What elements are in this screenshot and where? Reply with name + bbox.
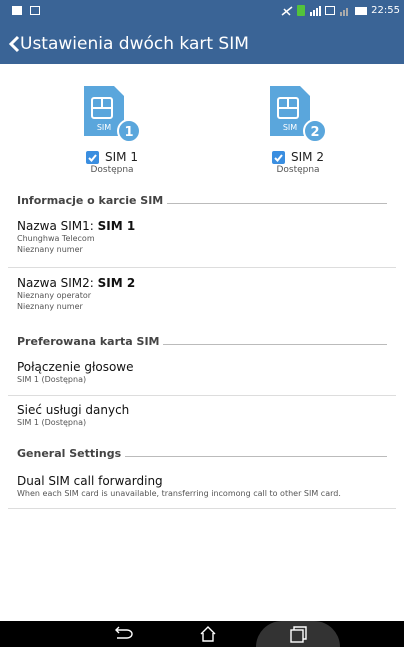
sim-card-label: SIM [97,123,111,132]
sim2-name: SIM 2 [291,150,324,164]
checkmark-icon [274,153,283,162]
checkmark-icon [88,153,97,162]
divider [8,395,396,396]
data-service-setting[interactable]: Sieć usługi danych SIM 1 (Dostępna) [17,403,387,428]
section-header-info: Informacje o karcie SIM [17,193,387,207]
status-time: 22:55 [371,5,400,16]
setting-number: Nieznany numer [17,302,83,311]
sim-card-icon: SIM 1 [84,86,141,143]
battery-icon [355,6,368,15]
setting-operator: Chunghwa Telecom [17,234,95,243]
page-title: Ustawienia dwóch kart SIM [20,34,249,54]
sim2-status-icon [325,6,336,15]
call-forwarding-setting[interactable]: Dual SIM call forwarding When each SIM c… [17,474,387,499]
sim1-name: SIM 1 [105,150,138,164]
sim-card-label: SIM [283,123,297,132]
action-bar: Ustawienia dwóch kart SIM [0,24,404,64]
setting-subtitle: SIM 1 (Dostępna) [17,418,87,427]
setting-subtitle: When each SIM card is unavailable, trans… [17,489,341,498]
signal-icon [310,5,322,16]
setting-title: Nazwa SIM2: SIM 2 [17,276,136,290]
setting-number: Nieznany numer [17,245,83,254]
sim1-checkbox[interactable] [86,150,100,164]
section-header-preferred: Preferowana karta SIM [17,334,387,348]
section-label: Preferowana karta SIM [17,334,160,348]
home-icon[interactable] [193,624,223,644]
notification-icon [12,6,22,15]
back-icon[interactable] [107,624,137,644]
divider [8,508,396,509]
status-bar: 22:55 [0,0,404,24]
setting-title: Dual SIM call forwarding [17,474,163,488]
sim-status-icon [297,5,306,16]
setting-title: Nazwa SIM1: SIM 1 [17,219,136,233]
signal2-icon [340,7,349,16]
setting-title: Sieć usługi danych [17,403,130,417]
divider [8,267,396,268]
settings-content: SIM 1 SIM 1 Dostępna SIM 2 SIM 2 Dostępn… [0,64,404,621]
sim-card-icon: SIM 2 [270,86,327,143]
setting-subtitle: SIM 1 (Dostępna) [17,375,87,384]
no-sim-icon [281,5,293,16]
sim1-name-setting[interactable]: Nazwa SIM1: SIM 1 Chunghwa Telecom Niezn… [17,219,387,255]
setting-operator: Nieznany operator [17,291,92,300]
sim2-checkbox[interactable] [272,150,286,164]
section-header-general: General Settings [17,446,387,460]
sim2-name-setting[interactable]: Nazwa SIM2: SIM 2 Nieznany operator Niez… [17,276,387,312]
recent-apps-icon[interactable] [283,624,313,644]
screen-icon [30,6,40,15]
sim2-block: SIM 2 SIM 2 Dostępna [228,86,368,175]
section-label: Informacje o karcie SIM [17,193,164,207]
sim-badge-number: 2 [310,125,319,140]
section-label: General Settings [17,446,122,460]
sim1-status: Dostępna [90,165,134,175]
sim-badge-number: 1 [124,125,133,140]
sim2-status: Dostępna [276,165,320,175]
sim1-block: SIM 1 SIM 1 Dostępna [42,86,182,175]
voice-call-setting[interactable]: Połączenie głosowe SIM 1 (Dostępna) [17,360,387,385]
navigation-bar [0,621,404,647]
setting-title: Połączenie głosowe [17,360,134,374]
